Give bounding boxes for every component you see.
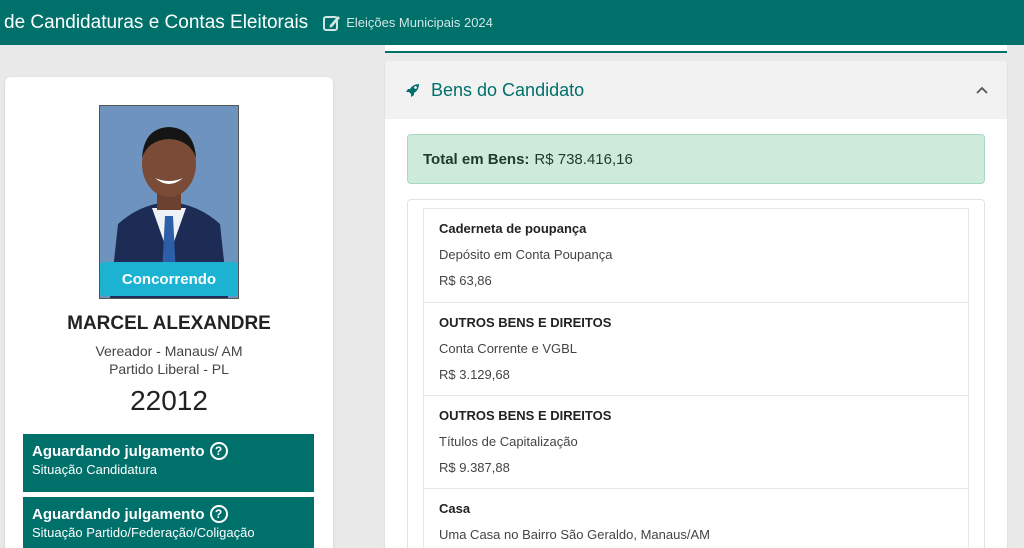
item-description: Títulos de Capitalização (439, 434, 578, 449)
situation-subtitle: Situação Candidatura (32, 462, 158, 477)
list-item: Caderneta de poupança Depósito em Conta … (423, 208, 969, 303)
edit-icon[interactable] (322, 13, 342, 33)
item-type: OUTROS BENS E DIREITOS (439, 408, 612, 423)
candidate-card: Concorrendo MARCEL ALEXANDRE Vereador - … (5, 77, 333, 548)
status-badge: Concorrendo (100, 262, 238, 296)
total-label: Total em Bens: (423, 150, 530, 168)
item-description: Uma Casa no Bairro São Geraldo, Manaus/A… (439, 527, 710, 542)
candidate-column: Concorrendo MARCEL ALEXANDRE Vereador - … (0, 45, 355, 548)
candidate-number: 22012 (130, 385, 208, 416)
situation-title: Aguardando julgamento (32, 505, 205, 523)
item-type: OUTROS BENS E DIREITOS (439, 315, 612, 330)
situation-candidatura: Aguardando julgamento ? Situação Candida… (23, 434, 314, 492)
candidate-name: MARCEL ALEXANDRE (67, 313, 271, 334)
situation-partido: Aguardando julgamento ? Situação Partido… (23, 497, 314, 548)
item-type: Caderneta de poupança (439, 221, 587, 236)
candidate-role: Vereador - Manaus/ AM (95, 343, 243, 359)
item-description: Depósito em Conta Poupança (439, 247, 613, 262)
help-icon[interactable]: ? (209, 442, 228, 460)
list-item: Casa Uma Casa no Bairro São Geraldo, Man… (423, 488, 969, 548)
total-value: R$ 738.416,16 (534, 150, 633, 168)
candidate-party: Partido Liberal - PL (109, 361, 229, 377)
details-column: Bens do Candidato Total em Bens: R$ 738.… (355, 45, 1024, 548)
bens-title: Bens do Candidato (431, 79, 585, 100)
help-icon[interactable]: ? (209, 505, 228, 523)
item-value: R$ 9.387,88 (439, 460, 510, 475)
bens-accordion-header[interactable]: Bens do Candidato (385, 61, 1007, 119)
candidate-photo: Concorrendo (99, 105, 239, 299)
situation-subtitle: Situação Partido/Federação/Coligação (32, 525, 255, 540)
rocket-icon (405, 82, 421, 98)
top-header: de Candidaturas e Contas Eleitorais Elei… (0, 0, 1024, 45)
item-value: R$ 3.129,68 (439, 367, 510, 382)
previous-panel-edge (385, 45, 1007, 53)
bens-list: Caderneta de poupança Depósito em Conta … (407, 199, 985, 548)
list-item: OUTROS BENS E DIREITOS Títulos de Capita… (423, 395, 969, 489)
app-title: de Candidaturas e Contas Eleitorais (4, 11, 309, 33)
election-label: Eleições Municipais 2024 (346, 15, 493, 30)
item-value: R$ 63,86 (439, 273, 492, 288)
list-item: OUTROS BENS E DIREITOS Conta Corrente e … (423, 302, 969, 396)
bens-accordion: Bens do Candidato Total em Bens: R$ 738.… (385, 61, 1007, 548)
chevron-up-icon[interactable] (975, 83, 989, 97)
situation-title: Aguardando julgamento (32, 442, 205, 460)
total-bens: Total em Bens: R$ 738.416,16 (407, 134, 985, 184)
item-type: Casa (439, 501, 471, 516)
item-description: Conta Corrente e VGBL (439, 341, 578, 356)
